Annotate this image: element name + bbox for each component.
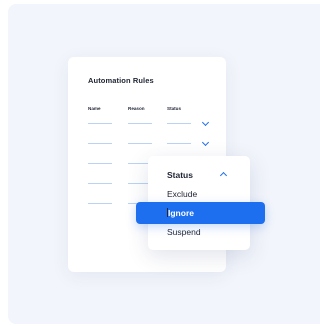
status-field-row-1[interactable] <box>167 123 191 124</box>
reason-field-row-2[interactable] <box>128 143 152 144</box>
chevron-down-icon[interactable] <box>201 118 210 127</box>
card-title: Automation Rules <box>88 76 154 85</box>
column-header-name: Name <box>88 106 101 111</box>
chevron-up-icon[interactable] <box>219 171 228 180</box>
name-field-row-2[interactable] <box>88 143 112 144</box>
dropdown-option-exclude[interactable]: Exclude <box>167 189 197 199</box>
reason-field-row-3[interactable] <box>128 163 150 164</box>
column-header-reason: Reason <box>128 106 145 111</box>
reason-field-row-4[interactable] <box>128 183 150 184</box>
dropdown-option-suspend[interactable]: Suspend <box>167 227 201 237</box>
selected-option-text: Ignore <box>168 208 194 218</box>
status-field-row-2[interactable] <box>167 143 191 144</box>
name-field-row-3[interactable] <box>88 163 112 164</box>
dropdown-option-ignore[interactable]: Ignore <box>136 202 265 224</box>
name-field-row-5[interactable] <box>88 203 112 204</box>
chevron-down-icon[interactable] <box>201 138 210 147</box>
name-field-row-1[interactable] <box>88 123 112 124</box>
selected-option-label: Ignore <box>167 208 194 218</box>
dropdown-header[interactable]: Status <box>167 170 193 180</box>
column-header-status: Status <box>167 106 182 111</box>
reason-field-row-1[interactable] <box>128 123 152 124</box>
name-field-row-4[interactable] <box>88 183 112 184</box>
